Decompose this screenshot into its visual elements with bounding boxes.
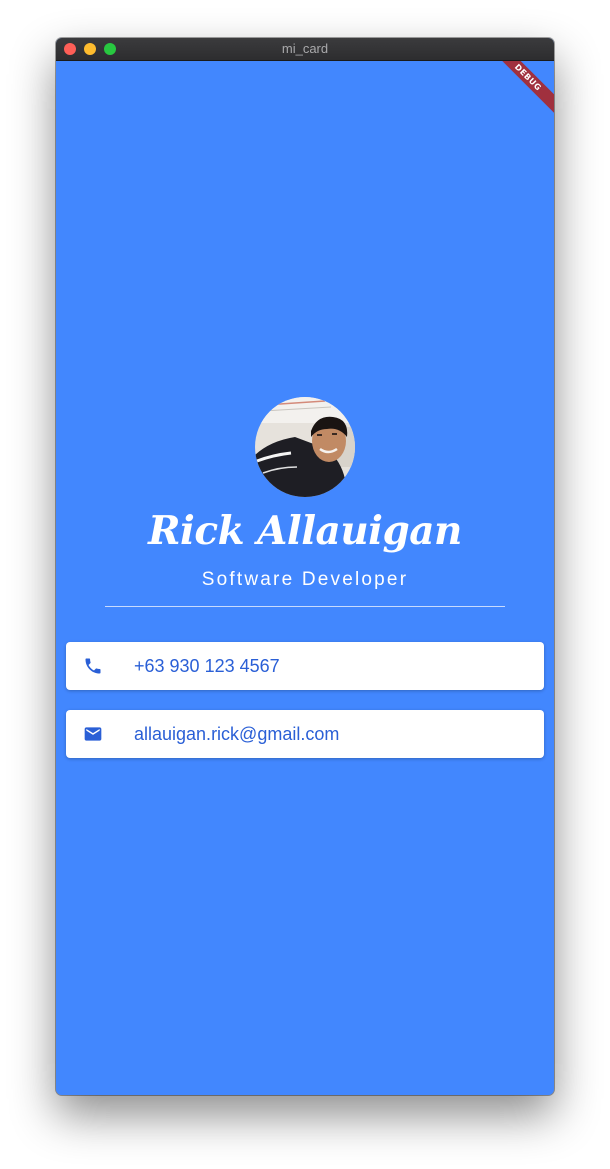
phone-number: +63 930 123 4567 — [134, 656, 280, 676]
app-window: mi_card DEBUG Rick Allauigan Software De… — [56, 38, 554, 1095]
email-card[interactable]: allauigan.rick@gmail.com — [66, 710, 544, 758]
profile-role: Software Developer — [201, 569, 409, 590]
avatar — [255, 397, 355, 497]
divider — [105, 606, 505, 607]
email-icon — [84, 727, 102, 741]
email-address: allauigan.rick@gmail.com — [134, 724, 340, 744]
app-content: DEBUG Rick Allauigan Software Developer — [56, 61, 554, 1095]
window-title: mi_card — [281, 41, 329, 56]
avatar-photo — [255, 397, 355, 497]
debug-banner: DEBUG — [484, 61, 554, 121]
phone-icon — [85, 658, 101, 674]
phone-card[interactable]: +63 930 123 4567 — [66, 642, 544, 690]
profile-name: Rick Allauigan — [148, 508, 462, 554]
window-titlebar[interactable]: mi_card — [56, 38, 554, 61]
